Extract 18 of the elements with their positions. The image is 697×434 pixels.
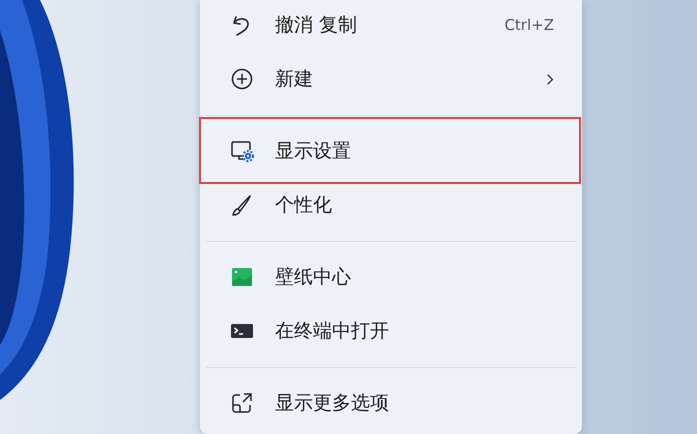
expand-out-icon	[230, 391, 254, 415]
menu-label: 显示更多选项	[275, 390, 390, 416]
monitor-gear-icon	[230, 139, 254, 163]
menu-label: 个性化	[275, 192, 333, 218]
shortcut-text: Ctrl+Z	[504, 14, 554, 36]
menu-item[interactable]: 在终端中打开	[200, 304, 582, 358]
menu-item[interactable]: 壁纸中心	[200, 250, 582, 304]
menu-label: 新建	[275, 66, 314, 92]
menu-item[interactable]: 撤消 复制 Ctrl+Z	[200, 0, 582, 52]
menu-item[interactable]: 个性化	[200, 178, 582, 232]
menu-label: 撤消 复制	[275, 12, 358, 38]
menu-item[interactable]: 显示更多选项	[200, 376, 582, 430]
picture-icon	[230, 265, 254, 289]
plus-circle-icon	[230, 67, 254, 91]
menu-label: 显示设置	[275, 138, 352, 164]
menu-label: 壁纸中心	[275, 264, 352, 290]
menu-item[interactable]: 新建	[200, 52, 582, 106]
menu-label: 在终端中打开	[275, 318, 390, 344]
